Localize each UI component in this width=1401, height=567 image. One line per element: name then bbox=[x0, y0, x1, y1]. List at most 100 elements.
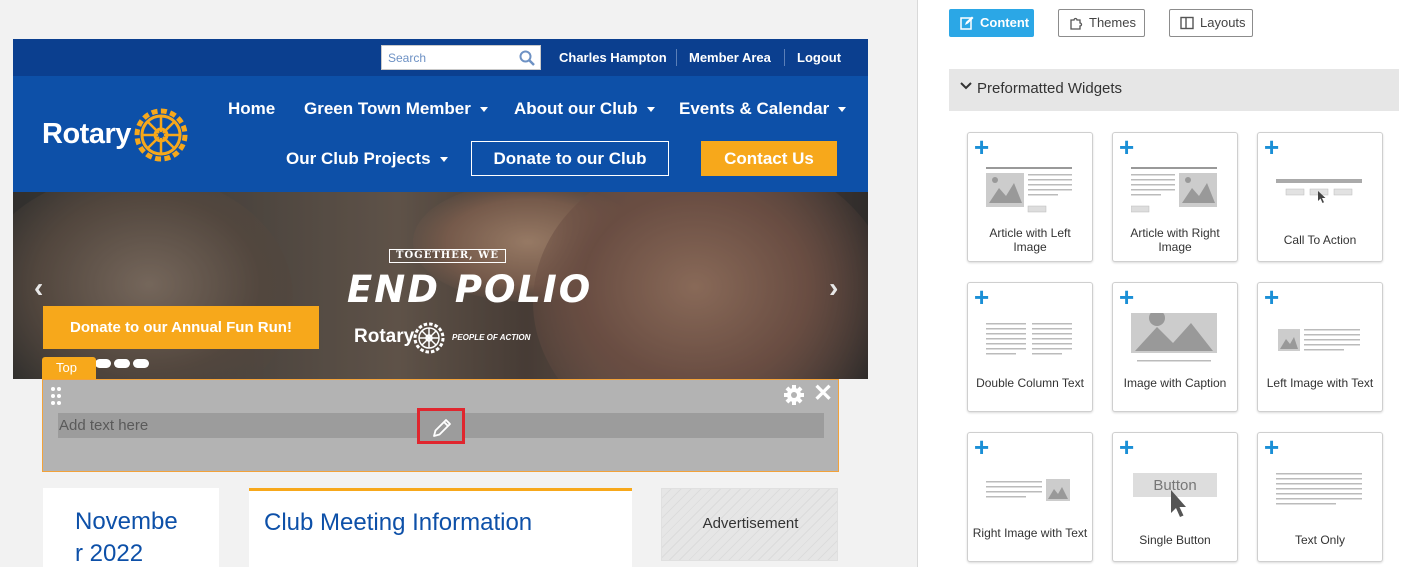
plus-icon[interactable]: + bbox=[974, 284, 989, 310]
call-to-action-icon bbox=[1276, 179, 1362, 203]
article-right-image-icon bbox=[1131, 167, 1217, 213]
date-card: November 2022 bbox=[43, 488, 219, 567]
user-name-link[interactable]: Charles Hampton bbox=[559, 50, 667, 65]
widget-double-column-text[interactable]: + Double Column Text bbox=[967, 282, 1093, 412]
drag-handle-icon[interactable] bbox=[49, 386, 65, 406]
rotary-wheel-icon bbox=[134, 108, 188, 162]
widget-label: Call To Action bbox=[1283, 233, 1357, 247]
section-title: Preformatted Widgets bbox=[977, 80, 1123, 97]
member-area-link[interactable]: Member Area bbox=[689, 50, 771, 65]
widget-label: Article with Left Image bbox=[989, 226, 1071, 254]
widget-label: Article with Right Image bbox=[1130, 226, 1220, 254]
tab-themes[interactable]: Themes bbox=[1058, 9, 1145, 37]
tab-label: Content bbox=[980, 15, 1030, 30]
gear-icon[interactable] bbox=[783, 384, 805, 406]
plus-icon[interactable]: + bbox=[1264, 434, 1279, 460]
widget-left-image-with-text[interactable]: + Left Image with Text bbox=[1257, 282, 1383, 412]
edit-button[interactable] bbox=[417, 408, 465, 444]
tab-content[interactable]: Content bbox=[949, 9, 1034, 37]
nav-green-town-member[interactable]: Green Town Member bbox=[304, 99, 488, 119]
widget-article-left-image[interactable]: + Article with Left Image bbox=[967, 132, 1093, 262]
button-preview-text: Button bbox=[1153, 477, 1196, 494]
nav-events-calendar[interactable]: Events & Calendar bbox=[679, 99, 847, 119]
contact-us-button[interactable]: Contact Us bbox=[701, 141, 837, 176]
right-image-text-icon bbox=[986, 479, 1070, 501]
widget-label: Single Button bbox=[1139, 533, 1211, 547]
chevron-down-icon bbox=[838, 107, 847, 113]
image-caption-icon bbox=[1131, 313, 1217, 362]
fun-run-donate-button[interactable]: Donate to our Annual Fun Run! bbox=[43, 306, 319, 349]
article-left-image-icon bbox=[986, 167, 1072, 213]
widget-panel: Content Themes Layouts Preformatted Widg… bbox=[918, 0, 1401, 567]
advertisement-label: Advertisement bbox=[702, 515, 799, 532]
logout-link[interactable]: Logout bbox=[797, 50, 841, 65]
advertisement-slot: Advertisement bbox=[661, 488, 838, 561]
logo-text: Rotary bbox=[42, 118, 131, 150]
meeting-info-card: Club Meeting Information bbox=[249, 488, 632, 567]
plus-icon[interactable]: + bbox=[1264, 284, 1279, 310]
divider bbox=[676, 49, 677, 66]
search-box[interactable] bbox=[381, 45, 541, 70]
nav-our-club-projects[interactable]: Our Club Projects bbox=[286, 149, 448, 169]
close-icon[interactable]: ✕ bbox=[813, 382, 833, 406]
slide-dot[interactable] bbox=[95, 359, 111, 368]
widget-label: Right Image with Text bbox=[972, 526, 1088, 540]
editable-text-block[interactable]: ✕ Add text here bbox=[42, 379, 839, 472]
hero-brand-sub: PEOPLE OF ACTION bbox=[452, 333, 531, 342]
widget-single-button[interactable]: + Button Single Button bbox=[1112, 432, 1238, 562]
plus-icon[interactable]: + bbox=[1119, 134, 1134, 160]
layout-icon bbox=[1180, 16, 1194, 30]
pencil-icon bbox=[433, 419, 451, 437]
hero-slider: TOGETHER, WE END POLIO Rotary PEOPLE OF … bbox=[13, 192, 868, 379]
widget-image-with-caption[interactable]: + Image with Caption bbox=[1112, 282, 1238, 412]
plus-icon[interactable]: + bbox=[1119, 284, 1134, 310]
plus-icon[interactable]: + bbox=[974, 434, 989, 460]
nav-home[interactable]: Home bbox=[228, 99, 275, 119]
nav-about-our-club[interactable]: About our Club bbox=[514, 99, 655, 119]
meeting-title: Club Meeting Information bbox=[264, 509, 533, 536]
widget-text-only[interactable]: + Text Only bbox=[1257, 432, 1383, 562]
rotary-wheel-icon bbox=[413, 322, 445, 354]
editor-canvas: Charles Hampton Member Area Logout Rotar… bbox=[0, 0, 917, 567]
preformatted-widgets-header[interactable]: Preformatted Widgets bbox=[949, 69, 1399, 111]
chevron-down-icon bbox=[439, 157, 448, 163]
puzzle-icon bbox=[1070, 17, 1083, 30]
plus-icon[interactable]: + bbox=[1264, 134, 1279, 160]
widget-label: Double Column Text bbox=[976, 376, 1084, 390]
widget-label: Left Image with Text bbox=[1266, 376, 1374, 390]
widget-label: Image with Caption bbox=[1123, 376, 1227, 390]
nav-label: Our Club Projects bbox=[286, 149, 431, 168]
next-slide-arrow[interactable]: › bbox=[829, 272, 838, 304]
hero-tagline: TOGETHER, WE bbox=[389, 249, 506, 263]
date-title: November 2022 bbox=[75, 508, 178, 567]
website-preview: Charles Hampton Member Area Logout Rotar… bbox=[13, 39, 868, 567]
plus-icon[interactable]: + bbox=[1119, 434, 1134, 460]
search-input[interactable] bbox=[382, 46, 512, 69]
nav-label: Green Town Member bbox=[304, 99, 471, 118]
text-only-icon bbox=[1276, 473, 1362, 505]
tab-layouts[interactable]: Layouts bbox=[1169, 9, 1253, 37]
search-icon[interactable] bbox=[519, 50, 535, 66]
edit-icon bbox=[960, 16, 974, 30]
chevron-down-icon bbox=[960, 82, 972, 90]
single-button-icon: Button bbox=[1133, 473, 1217, 517]
chevron-down-icon bbox=[479, 107, 488, 113]
top-utility-bar: Charles Hampton Member Area Logout bbox=[13, 39, 868, 76]
left-image-text-icon bbox=[1278, 329, 1360, 351]
prev-slide-arrow[interactable]: ‹ bbox=[34, 272, 43, 304]
nav-label: About our Club bbox=[514, 99, 638, 118]
chevron-down-icon bbox=[646, 107, 655, 113]
widget-right-image-with-text[interactable]: + Right Image with Text bbox=[967, 432, 1093, 562]
plus-icon[interactable]: + bbox=[974, 134, 989, 160]
tab-label: Themes bbox=[1089, 15, 1136, 30]
donate-button[interactable]: Donate to our Club bbox=[471, 141, 669, 176]
slide-dot[interactable] bbox=[133, 359, 149, 368]
tab-label: Layouts bbox=[1200, 15, 1246, 30]
slide-dot[interactable] bbox=[114, 359, 130, 368]
nav-label: Events & Calendar bbox=[679, 99, 830, 118]
widget-article-right-image[interactable]: + Article with Right Image bbox=[1112, 132, 1238, 262]
hero-headline: END POLIO bbox=[347, 268, 593, 311]
widget-call-to-action[interactable]: + Call To Action bbox=[1257, 132, 1383, 262]
widget-label: Text Only bbox=[1294, 533, 1345, 547]
hero-brand: Rotary bbox=[354, 326, 415, 347]
